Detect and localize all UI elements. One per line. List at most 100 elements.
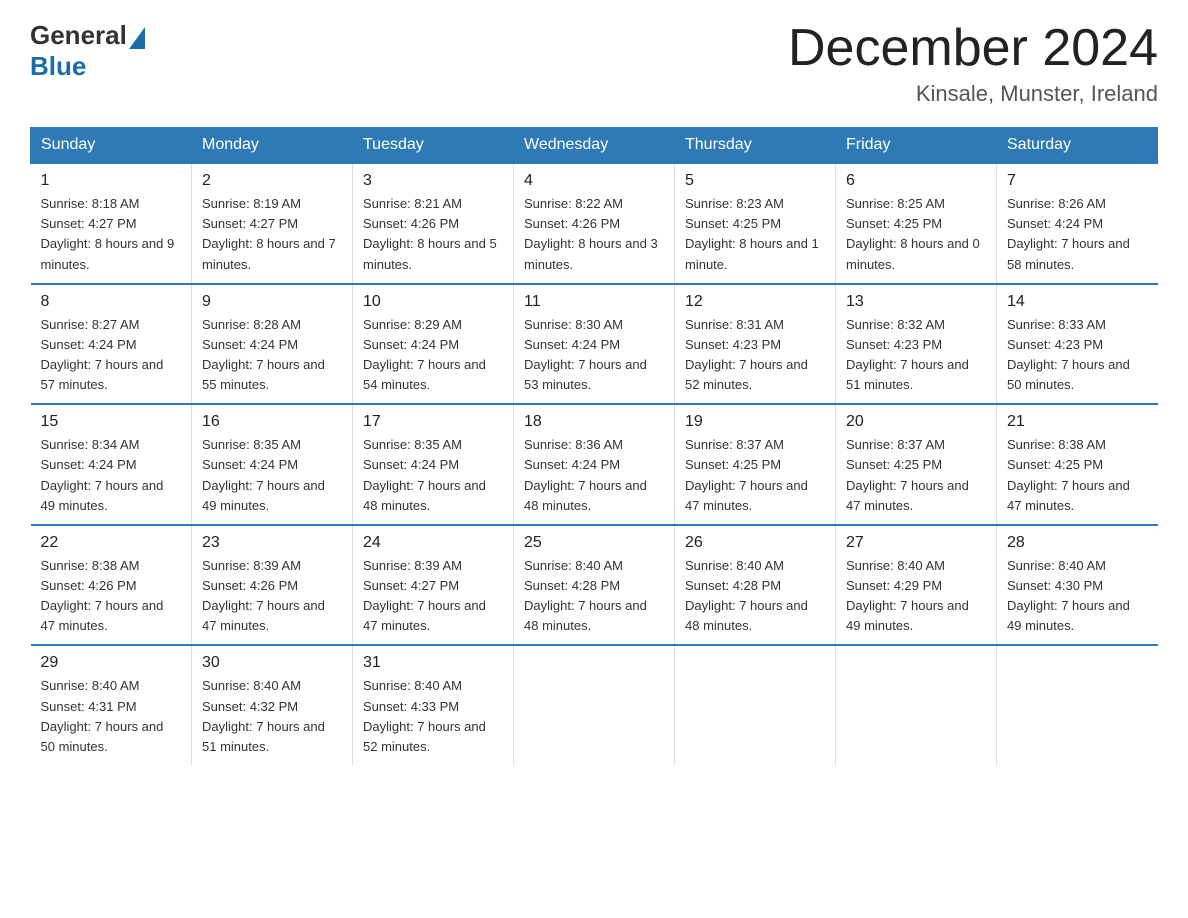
col-wednesday: Wednesday xyxy=(514,128,675,164)
col-tuesday: Tuesday xyxy=(353,128,514,164)
table-row: 28 Sunrise: 8:40 AM Sunset: 4:30 PM Dayl… xyxy=(997,525,1158,646)
day-number: 9 xyxy=(202,293,342,311)
table-row: 4 Sunrise: 8:22 AM Sunset: 4:26 PM Dayli… xyxy=(514,163,675,284)
day-info: Sunrise: 8:26 AM Sunset: 4:24 PM Dayligh… xyxy=(1007,194,1148,275)
day-info: Sunrise: 8:36 AM Sunset: 4:24 PM Dayligh… xyxy=(524,435,664,516)
month-title: December 2024 xyxy=(788,20,1158,77)
day-info: Sunrise: 8:39 AM Sunset: 4:26 PM Dayligh… xyxy=(202,556,342,637)
day-number: 21 xyxy=(1007,413,1148,431)
day-number: 27 xyxy=(846,534,986,552)
day-number: 1 xyxy=(41,172,182,190)
table-row xyxy=(997,645,1158,765)
day-info: Sunrise: 8:40 AM Sunset: 4:32 PM Dayligh… xyxy=(202,676,342,757)
day-info: Sunrise: 8:18 AM Sunset: 4:27 PM Dayligh… xyxy=(41,194,182,275)
calendar-header-row: Sunday Monday Tuesday Wednesday Thursday… xyxy=(31,128,1158,164)
day-number: 16 xyxy=(202,413,342,431)
day-number: 28 xyxy=(1007,534,1148,552)
page-header: General Blue December 2024 Kinsale, Muns… xyxy=(30,20,1158,107)
table-row: 3 Sunrise: 8:21 AM Sunset: 4:26 PM Dayli… xyxy=(353,163,514,284)
table-row: 19 Sunrise: 8:37 AM Sunset: 4:25 PM Dayl… xyxy=(675,404,836,525)
table-row: 31 Sunrise: 8:40 AM Sunset: 4:33 PM Dayl… xyxy=(353,645,514,765)
table-row: 8 Sunrise: 8:27 AM Sunset: 4:24 PM Dayli… xyxy=(31,284,192,405)
table-row: 11 Sunrise: 8:30 AM Sunset: 4:24 PM Dayl… xyxy=(514,284,675,405)
calendar-week-row: 1 Sunrise: 8:18 AM Sunset: 4:27 PM Dayli… xyxy=(31,163,1158,284)
table-row: 1 Sunrise: 8:18 AM Sunset: 4:27 PM Dayli… xyxy=(31,163,192,284)
day-number: 11 xyxy=(524,293,664,311)
day-info: Sunrise: 8:37 AM Sunset: 4:25 PM Dayligh… xyxy=(846,435,986,516)
day-number: 6 xyxy=(846,172,986,190)
table-row: 20 Sunrise: 8:37 AM Sunset: 4:25 PM Dayl… xyxy=(836,404,997,525)
day-info: Sunrise: 8:39 AM Sunset: 4:27 PM Dayligh… xyxy=(363,556,503,637)
table-row: 5 Sunrise: 8:23 AM Sunset: 4:25 PM Dayli… xyxy=(675,163,836,284)
day-info: Sunrise: 8:28 AM Sunset: 4:24 PM Dayligh… xyxy=(202,315,342,396)
day-info: Sunrise: 8:40 AM Sunset: 4:28 PM Dayligh… xyxy=(524,556,664,637)
table-row: 30 Sunrise: 8:40 AM Sunset: 4:32 PM Dayl… xyxy=(192,645,353,765)
table-row xyxy=(514,645,675,765)
day-info: Sunrise: 8:25 AM Sunset: 4:25 PM Dayligh… xyxy=(846,194,986,275)
day-number: 13 xyxy=(846,293,986,311)
day-info: Sunrise: 8:40 AM Sunset: 4:30 PM Dayligh… xyxy=(1007,556,1148,637)
col-monday: Monday xyxy=(192,128,353,164)
day-number: 17 xyxy=(363,413,503,431)
table-row: 13 Sunrise: 8:32 AM Sunset: 4:23 PM Dayl… xyxy=(836,284,997,405)
day-number: 2 xyxy=(202,172,342,190)
table-row: 23 Sunrise: 8:39 AM Sunset: 4:26 PM Dayl… xyxy=(192,525,353,646)
day-info: Sunrise: 8:34 AM Sunset: 4:24 PM Dayligh… xyxy=(41,435,182,516)
title-block: December 2024 Kinsale, Munster, Ireland xyxy=(788,20,1158,107)
table-row: 26 Sunrise: 8:40 AM Sunset: 4:28 PM Dayl… xyxy=(675,525,836,646)
day-info: Sunrise: 8:35 AM Sunset: 4:24 PM Dayligh… xyxy=(363,435,503,516)
day-info: Sunrise: 8:23 AM Sunset: 4:25 PM Dayligh… xyxy=(685,194,825,275)
table-row: 22 Sunrise: 8:38 AM Sunset: 4:26 PM Dayl… xyxy=(31,525,192,646)
table-row: 14 Sunrise: 8:33 AM Sunset: 4:23 PM Dayl… xyxy=(997,284,1158,405)
day-number: 23 xyxy=(202,534,342,552)
table-row: 6 Sunrise: 8:25 AM Sunset: 4:25 PM Dayli… xyxy=(836,163,997,284)
day-number: 20 xyxy=(846,413,986,431)
day-info: Sunrise: 8:32 AM Sunset: 4:23 PM Dayligh… xyxy=(846,315,986,396)
calendar-week-row: 29 Sunrise: 8:40 AM Sunset: 4:31 PM Dayl… xyxy=(31,645,1158,765)
day-info: Sunrise: 8:19 AM Sunset: 4:27 PM Dayligh… xyxy=(202,194,342,275)
day-number: 10 xyxy=(363,293,503,311)
day-number: 3 xyxy=(363,172,503,190)
day-info: Sunrise: 8:22 AM Sunset: 4:26 PM Dayligh… xyxy=(524,194,664,275)
day-info: Sunrise: 8:30 AM Sunset: 4:24 PM Dayligh… xyxy=(524,315,664,396)
day-number: 31 xyxy=(363,654,503,672)
table-row: 10 Sunrise: 8:29 AM Sunset: 4:24 PM Dayl… xyxy=(353,284,514,405)
table-row: 21 Sunrise: 8:38 AM Sunset: 4:25 PM Dayl… xyxy=(997,404,1158,525)
location: Kinsale, Munster, Ireland xyxy=(788,81,1158,107)
logo: General Blue xyxy=(30,20,147,82)
day-number: 15 xyxy=(41,413,182,431)
day-number: 14 xyxy=(1007,293,1148,311)
col-thursday: Thursday xyxy=(675,128,836,164)
day-number: 30 xyxy=(202,654,342,672)
table-row: 2 Sunrise: 8:19 AM Sunset: 4:27 PM Dayli… xyxy=(192,163,353,284)
day-number: 22 xyxy=(41,534,182,552)
table-row: 17 Sunrise: 8:35 AM Sunset: 4:24 PM Dayl… xyxy=(353,404,514,525)
day-number: 5 xyxy=(685,172,825,190)
day-info: Sunrise: 8:40 AM Sunset: 4:29 PM Dayligh… xyxy=(846,556,986,637)
day-number: 24 xyxy=(363,534,503,552)
day-number: 4 xyxy=(524,172,664,190)
day-number: 26 xyxy=(685,534,825,552)
day-info: Sunrise: 8:40 AM Sunset: 4:28 PM Dayligh… xyxy=(685,556,825,637)
day-info: Sunrise: 8:33 AM Sunset: 4:23 PM Dayligh… xyxy=(1007,315,1148,396)
table-row: 7 Sunrise: 8:26 AM Sunset: 4:24 PM Dayli… xyxy=(997,163,1158,284)
logo-blue-text: Blue xyxy=(30,51,86,82)
day-info: Sunrise: 8:29 AM Sunset: 4:24 PM Dayligh… xyxy=(363,315,503,396)
day-number: 29 xyxy=(41,654,182,672)
day-number: 8 xyxy=(41,293,182,311)
day-number: 25 xyxy=(524,534,664,552)
calendar-table: Sunday Monday Tuesday Wednesday Thursday… xyxy=(30,127,1158,765)
col-friday: Friday xyxy=(836,128,997,164)
day-info: Sunrise: 8:40 AM Sunset: 4:31 PM Dayligh… xyxy=(41,676,182,757)
table-row: 18 Sunrise: 8:36 AM Sunset: 4:24 PM Dayl… xyxy=(514,404,675,525)
day-info: Sunrise: 8:31 AM Sunset: 4:23 PM Dayligh… xyxy=(685,315,825,396)
calendar-week-row: 8 Sunrise: 8:27 AM Sunset: 4:24 PM Dayli… xyxy=(31,284,1158,405)
day-info: Sunrise: 8:40 AM Sunset: 4:33 PM Dayligh… xyxy=(363,676,503,757)
logo-triangle-icon xyxy=(129,27,145,49)
logo-general-text: General xyxy=(30,20,127,51)
day-info: Sunrise: 8:37 AM Sunset: 4:25 PM Dayligh… xyxy=(685,435,825,516)
table-row: 27 Sunrise: 8:40 AM Sunset: 4:29 PM Dayl… xyxy=(836,525,997,646)
table-row: 24 Sunrise: 8:39 AM Sunset: 4:27 PM Dayl… xyxy=(353,525,514,646)
day-number: 19 xyxy=(685,413,825,431)
calendar-week-row: 22 Sunrise: 8:38 AM Sunset: 4:26 PM Dayl… xyxy=(31,525,1158,646)
